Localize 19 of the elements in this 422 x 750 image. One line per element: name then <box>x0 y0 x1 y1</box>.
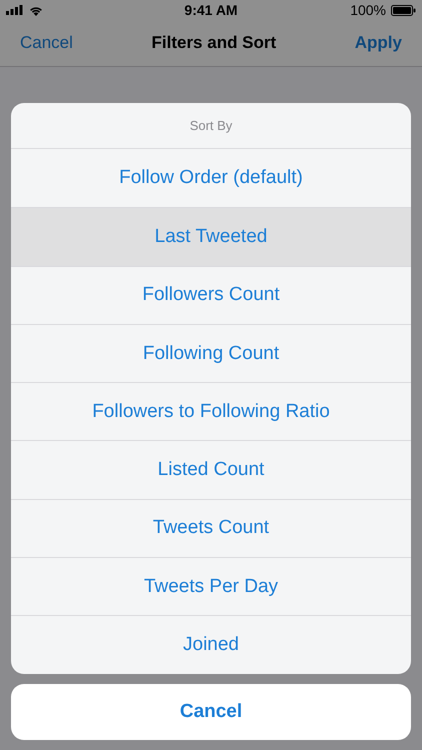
wifi-icon <box>29 4 43 16</box>
sort-option[interactable]: Tweets Count <box>11 498 411 558</box>
sort-option[interactable]: Last Tweeted <box>11 207 411 266</box>
battery-percentage: 100% <box>350 2 386 18</box>
apply-button[interactable]: Apply <box>354 33 402 53</box>
nav-title: Filters and Sort <box>152 33 276 53</box>
sheet-title: Sort By <box>11 103 411 149</box>
sort-option[interactable]: Follow Order (default) <box>11 149 411 208</box>
sort-option[interactable]: Followers to Following Ratio <box>11 382 411 440</box>
signal-icon <box>6 5 24 15</box>
sort-option[interactable]: Joined <box>11 615 411 674</box>
cancel-button[interactable]: Cancel <box>11 684 411 740</box>
cancel-button[interactable]: Cancel <box>20 33 73 53</box>
battery-icon <box>391 4 416 16</box>
sort-option[interactable]: Tweets Per Day <box>11 557 411 616</box>
sort-option[interactable]: Following Count <box>11 324 411 382</box>
sort-option[interactable]: Listed Count <box>11 440 411 499</box>
status-time: 9:41 AM <box>184 2 238 18</box>
sort-option[interactable]: Followers Count <box>11 266 411 324</box>
